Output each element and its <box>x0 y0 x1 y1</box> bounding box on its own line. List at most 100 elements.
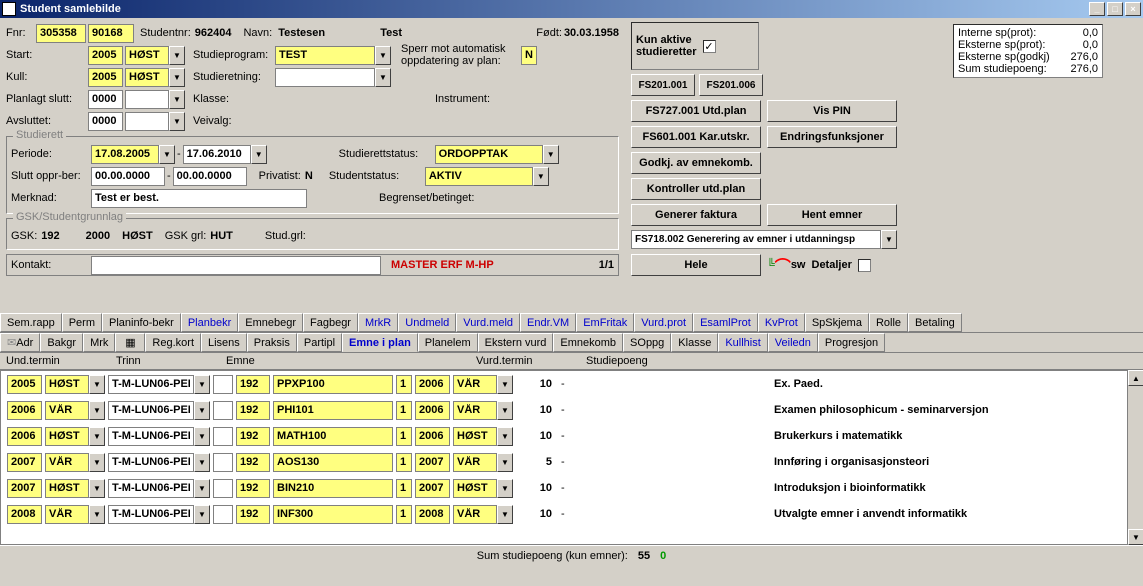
row-v-input[interactable] <box>396 401 412 420</box>
row-term-dd[interactable]: ▼ <box>89 453 105 472</box>
row-emne-input[interactable] <box>273 427 393 446</box>
row-term-input[interactable] <box>45 479 89 498</box>
scroll-down-button[interactable]: ▼ <box>1128 529 1143 545</box>
fs201-006-button[interactable]: FS201.006 <box>699 74 763 96</box>
row-blank-input[interactable] <box>213 401 233 420</box>
studieprogram-input[interactable] <box>275 46 375 65</box>
row-emne-input[interactable] <box>273 401 393 420</box>
kontroller-button[interactable]: Kontroller utd.plan <box>631 178 761 200</box>
row-blank-input[interactable] <box>213 375 233 394</box>
row-year-input[interactable] <box>7 505 42 524</box>
row-vterm-input[interactable] <box>453 453 497 472</box>
fs201-001-button[interactable]: FS201.001 <box>631 74 695 96</box>
row-vyear-input[interactable] <box>415 375 450 394</box>
row-emnenum-input[interactable] <box>236 479 270 498</box>
row-term-dd[interactable]: ▼ <box>89 479 105 498</box>
periode-from-input[interactable] <box>91 145 159 164</box>
avsluttet-term-dd[interactable]: ▼ <box>169 112 185 131</box>
studieretning-dd[interactable]: ▼ <box>375 68 391 87</box>
row-emne-input[interactable] <box>273 505 393 524</box>
row-vterm-input[interactable] <box>453 505 497 524</box>
tab-vurdmeld[interactable]: Vurd.meld <box>456 313 520 332</box>
tab-undmeld[interactable]: Undmeld <box>398 313 456 332</box>
start-term-input[interactable] <box>125 46 169 65</box>
minimize-button[interactable]: _ <box>1089 2 1105 16</box>
row-v-input[interactable] <box>396 479 412 498</box>
tab-regkort[interactable]: Reg.kort <box>145 333 201 352</box>
vis-pin-button[interactable]: Vis PIN <box>767 100 897 122</box>
tab-kvprot[interactable]: KvProt <box>758 313 805 332</box>
start-year-input[interactable] <box>88 46 123 65</box>
row-term-input[interactable] <box>45 401 89 420</box>
godkj-button[interactable]: Godkj. av emnekomb. <box>631 152 761 174</box>
kull-year-input[interactable] <box>88 68 123 87</box>
row-trinn-dd[interactable]: ▼ <box>194 401 210 420</box>
fs727-button[interactable]: FS727.001 Utd.plan <box>631 100 761 122</box>
row-emne-input[interactable] <box>273 479 393 498</box>
kull-term-input[interactable] <box>125 68 169 87</box>
studieretning-input[interactable] <box>275 68 375 87</box>
row-emnenum-input[interactable] <box>236 401 270 420</box>
row-blank-input[interactable] <box>213 479 233 498</box>
tab-icon2[interactable]: ▦ <box>115 333 145 352</box>
tab-betaling[interactable]: Betaling <box>908 313 962 332</box>
row-year-input[interactable] <box>7 479 42 498</box>
row-year-input[interactable] <box>7 427 42 446</box>
studieprogram-dd[interactable]: ▼ <box>375 46 391 65</box>
tab-lisens[interactable]: Lisens <box>201 333 247 352</box>
row-vterm-input[interactable] <box>453 479 497 498</box>
row-trinn-input[interactable] <box>108 401 194 420</box>
periode-from-dd[interactable]: ▼ <box>159 145 175 164</box>
row-vterm-input[interactable] <box>453 401 497 420</box>
row-trinn-dd[interactable]: ▼ <box>194 479 210 498</box>
planlagt-year-input[interactable] <box>88 90 123 109</box>
tab-planbekr[interactable]: Planbekr <box>181 313 238 332</box>
hele-button[interactable]: Hele <box>631 254 761 276</box>
studierettstatus-input[interactable] <box>435 145 543 164</box>
row-vterm-input[interactable] <box>453 427 497 446</box>
row-emnenum-input[interactable] <box>236 427 270 446</box>
generer-faktura-button[interactable]: Generer faktura <box>631 204 761 226</box>
sperr-input[interactable] <box>521 46 537 65</box>
tab-vurdprot[interactable]: Vurd.prot <box>634 313 693 332</box>
row-blank-input[interactable] <box>213 453 233 472</box>
row-year-input[interactable] <box>7 375 42 394</box>
row-trinn-dd[interactable]: ▼ <box>194 427 210 446</box>
merknad-input[interactable] <box>91 189 307 208</box>
row-term-input[interactable] <box>45 375 89 394</box>
tab-endrvm[interactable]: Endr.VM <box>520 313 576 332</box>
row-year-input[interactable] <box>7 453 42 472</box>
avsluttet-year-input[interactable] <box>88 112 123 131</box>
tab-emnekomb[interactable]: Emnekomb <box>553 333 623 352</box>
row-year-input[interactable] <box>7 401 42 420</box>
tab-adr[interactable]: ✉ Adr <box>0 333 40 352</box>
avsluttet-term-input[interactable] <box>125 112 169 131</box>
row-trinn-input[interactable] <box>108 375 194 394</box>
tab-emfritak[interactable]: EmFritak <box>576 313 634 332</box>
studierettstatus-dd[interactable]: ▼ <box>543 145 559 164</box>
row-vyear-input[interactable] <box>415 479 450 498</box>
tab-mrk[interactable]: Mrk <box>83 333 115 352</box>
tab-mrkr[interactable]: MrkR <box>358 313 398 332</box>
row-trinn-dd[interactable]: ▼ <box>194 375 210 394</box>
row-trinn-dd[interactable]: ▼ <box>194 453 210 472</box>
row-term-dd[interactable]: ▼ <box>89 427 105 446</box>
row-v-input[interactable] <box>396 375 412 394</box>
row-emne-input[interactable] <box>273 453 393 472</box>
row-emne-input[interactable] <box>273 375 393 394</box>
row-emnenum-input[interactable] <box>236 505 270 524</box>
scrollbar-vertical[interactable]: ▲ ▼ <box>1127 370 1143 545</box>
row-v-input[interactable] <box>396 505 412 524</box>
row-term-input[interactable] <box>45 453 89 472</box>
row-vterm-dd[interactable]: ▼ <box>497 401 513 420</box>
detaljer-checkbox[interactable] <box>858 259 871 272</box>
tab-perm[interactable]: Perm <box>62 313 102 332</box>
tab-esamlprot[interactable]: EsamlProt <box>693 313 758 332</box>
tab-eksternvurd[interactable]: Ekstern vurd <box>478 333 554 352</box>
tab-planinfobekr[interactable]: Planinfo-bekr <box>102 313 181 332</box>
row-vyear-input[interactable] <box>415 427 450 446</box>
tab-soppg[interactable]: SOppg <box>623 333 671 352</box>
row-trinn-input[interactable] <box>108 479 194 498</box>
tab-kullhist[interactable]: Kullhist <box>718 333 767 352</box>
row-term-dd[interactable]: ▼ <box>89 505 105 524</box>
